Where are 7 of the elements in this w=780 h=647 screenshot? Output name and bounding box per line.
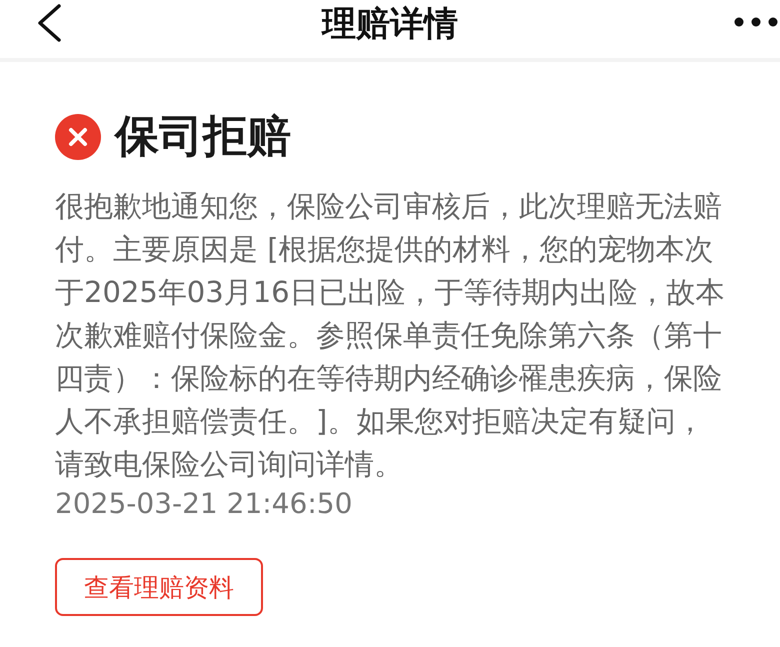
timestamp: 2025-03-21 21:46:50 xyxy=(55,486,352,522)
page-title: 理赔详情 xyxy=(322,4,458,44)
back-icon[interactable] xyxy=(37,4,61,42)
more-icon[interactable] xyxy=(734,17,778,27)
view-claim-documents-button[interactable]: 查看理赔资料 xyxy=(55,558,263,616)
rejection-message: 很抱歉地通知您，保险公司审核后，此次理赔无法赔付。主要原因是 [根据您提供的材料，您的宠物本次于2025年03月16日已出险，于等待期内出险，故本次歉难赔付保险金。参照保单责任免除第六条（第十四责）：保险标的在等待期内经确诊罹患疾病，保险人不承担赔偿责任。]。如果您对拒赔决定有疑问，请致电保险公司询问详情。 xyxy=(55,188,726,483)
status-title: 保司拒赔 xyxy=(115,113,291,161)
